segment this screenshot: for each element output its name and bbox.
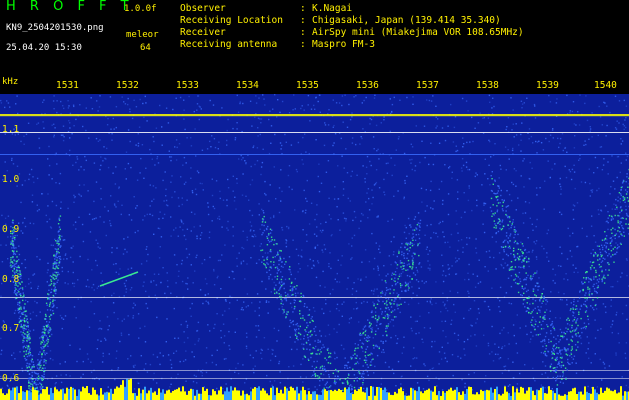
count-label: 64	[140, 43, 151, 53]
freq-tick: 1.0	[2, 174, 20, 185]
time-tick: 1534	[236, 80, 259, 91]
freq-tick: 1.1	[2, 124, 20, 135]
spectrogram	[0, 94, 629, 400]
info-row-receiver: Receiver: AirSpy mini (Miakejima VOR 108.…	[180, 27, 524, 38]
time-tick: 1537	[416, 80, 439, 91]
info-row-observer: Observer: K.Nagai	[180, 3, 353, 14]
time-tick: 1531	[56, 80, 79, 91]
freq-tick: 0.9	[2, 224, 20, 235]
time-tick: 1540	[594, 80, 617, 91]
time-tick: 1535	[296, 80, 319, 91]
filename-label: KN9_2504201530.png	[6, 23, 104, 33]
time-tick: 1539	[536, 80, 559, 91]
freq-tick: 0.6	[2, 373, 20, 384]
spectrogram-canvas	[0, 94, 629, 400]
time-tick: 1532	[116, 80, 139, 91]
datetime-label: 25.04.20 15:30	[6, 43, 82, 53]
freq-tick: 0.7	[2, 323, 20, 334]
info-row-antenna: Receiving antenna: Maspro FM-3	[180, 39, 375, 50]
info-row-location: Receiving Location: Chigasaki, Japan (139…	[180, 15, 501, 26]
time-tick: 1533	[176, 80, 199, 91]
app-title: H R O F F T	[6, 0, 134, 14]
time-tick: 1538	[476, 80, 499, 91]
unit-label: kHz	[2, 77, 19, 87]
station-label: meleor	[126, 30, 159, 40]
freq-tick: 0.8	[2, 274, 20, 285]
time-tick: 1536	[356, 80, 379, 91]
version-label: 1.0.0f	[124, 4, 157, 14]
